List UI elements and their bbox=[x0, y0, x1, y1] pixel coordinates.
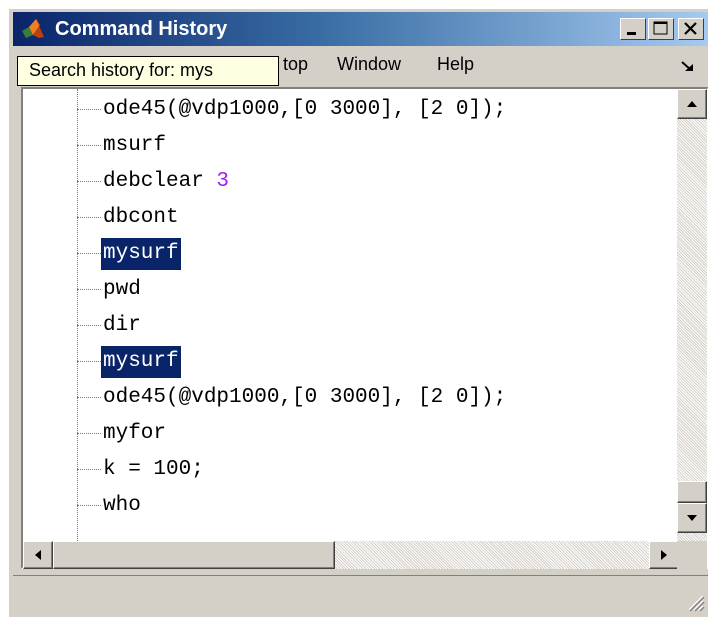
vertical-scroll-thumb[interactable] bbox=[677, 481, 707, 503]
resize-grip-icon[interactable] bbox=[685, 592, 705, 612]
menu-desktop[interactable]: top bbox=[283, 53, 308, 75]
history-command[interactable]: dbcont bbox=[101, 202, 181, 234]
history-command[interactable]: mysurf bbox=[101, 346, 181, 378]
history-pane: ode45(@vdp1000,[0 3000], [2 0]); msurf deb… bbox=[21, 87, 708, 569]
history-command[interactable]: ode45(@vdp1000,[0 3000], [2 0]); bbox=[101, 94, 508, 126]
vertical-scrollbar[interactable] bbox=[677, 89, 707, 541]
arrow-down-icon bbox=[687, 515, 697, 521]
maximize-button[interactable] bbox=[648, 18, 674, 40]
command-text: k = 100; bbox=[103, 458, 204, 481]
tree-connector bbox=[77, 217, 101, 218]
command-text: myfor bbox=[103, 422, 167, 445]
arrow-right-icon bbox=[661, 550, 667, 560]
command-number: 3 bbox=[216, 170, 230, 193]
tree-connector bbox=[77, 469, 101, 470]
command-text: ode45(@vdp1000,[0 3000], [2 0]); bbox=[103, 386, 507, 409]
tree-connector bbox=[77, 397, 101, 398]
command-text: ode45(@vdp1000,[0 3000], [2 0]); bbox=[103, 98, 507, 121]
command-text: mysurf bbox=[103, 350, 179, 373]
command-text: mysurf bbox=[103, 242, 179, 265]
scrollbar-corner bbox=[677, 541, 707, 569]
minimize-button[interactable] bbox=[620, 18, 646, 40]
matlab-icon bbox=[22, 19, 44, 38]
tree-connector bbox=[77, 289, 101, 290]
tree-connector bbox=[77, 109, 101, 110]
scroll-down-button[interactable] bbox=[677, 503, 707, 533]
maximize-icon bbox=[653, 21, 668, 35]
tree-connector bbox=[77, 433, 101, 434]
arrow-up-icon bbox=[687, 101, 697, 107]
tree-connector bbox=[77, 505, 101, 506]
arrow-left-icon bbox=[35, 550, 41, 560]
tree-connector bbox=[77, 361, 101, 362]
tree-connector bbox=[77, 253, 101, 254]
close-button[interactable] bbox=[678, 18, 704, 40]
menu-window[interactable]: Window bbox=[337, 53, 401, 75]
tree-connector bbox=[77, 145, 101, 146]
history-command[interactable]: mysurf bbox=[101, 238, 181, 270]
tree-connector bbox=[77, 325, 101, 326]
command-text: who bbox=[103, 494, 141, 517]
command-history-window: Command History top Window Help Search h… bbox=[8, 8, 708, 617]
history-command[interactable]: pwd bbox=[101, 274, 143, 306]
horizontal-scrollbar[interactable] bbox=[23, 541, 679, 569]
tree-connector bbox=[77, 181, 101, 182]
scroll-left-button[interactable] bbox=[23, 541, 53, 569]
tree-guide-line bbox=[77, 89, 78, 541]
history-command[interactable]: dir bbox=[101, 310, 143, 342]
history-command[interactable]: myfor bbox=[101, 418, 168, 450]
history-list[interactable]: ode45(@vdp1000,[0 3000], [2 0]); msurf deb… bbox=[23, 89, 679, 541]
history-command[interactable]: msurf bbox=[101, 130, 168, 162]
history-command[interactable]: who bbox=[101, 490, 143, 522]
command-text: debclear bbox=[103, 170, 217, 193]
command-text: msurf bbox=[103, 134, 167, 157]
horizontal-scroll-thumb[interactable] bbox=[53, 541, 335, 569]
title-bar[interactable]: Command History bbox=[13, 12, 708, 46]
menu-help[interactable]: Help bbox=[437, 53, 474, 75]
status-bar bbox=[13, 575, 708, 618]
command-text: dir bbox=[103, 314, 141, 337]
history-command[interactable]: ode45(@vdp1000,[0 3000], [2 0]); bbox=[101, 382, 508, 414]
close-icon bbox=[684, 22, 697, 35]
command-text: dbcont bbox=[103, 206, 179, 229]
command-text: pwd bbox=[103, 278, 141, 301]
scroll-right-button[interactable] bbox=[649, 541, 679, 569]
minimize-icon bbox=[627, 32, 636, 35]
window-title: Command History bbox=[55, 18, 228, 40]
undock-arrow-icon[interactable] bbox=[681, 61, 695, 73]
search-tooltip: Search history for: mys bbox=[17, 56, 279, 86]
history-command[interactable]: k = 100; bbox=[101, 454, 206, 486]
scroll-up-button[interactable] bbox=[677, 89, 707, 119]
history-command[interactable]: debclear 3 bbox=[101, 166, 231, 198]
